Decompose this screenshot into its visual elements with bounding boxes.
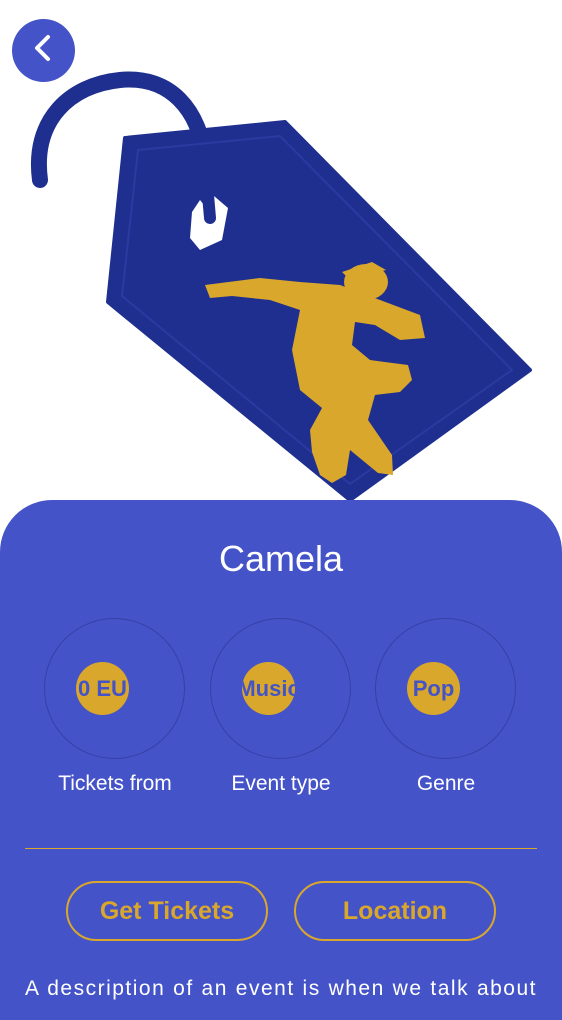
stat-value-badge: 0 EU (76, 662, 129, 715)
chevron-left-icon (29, 33, 59, 68)
stat-value-badge: Pop (407, 662, 460, 715)
location-button[interactable]: Location (294, 881, 496, 941)
stat-event-type: Music Event type (198, 618, 364, 800)
stat-genre: Pop Genre (363, 618, 529, 800)
event-hero-image (0, 0, 562, 510)
stat-label: Tickets from (58, 772, 172, 795)
stat-label: Genre (416, 772, 476, 795)
stat-value-badge: Music (242, 662, 295, 715)
section-divider (25, 848, 537, 849)
stat-ticket-price: 0 EU Tickets from (32, 618, 198, 800)
ticket-tag-illustration (30, 71, 532, 502)
stat-label: Event type (231, 772, 331, 795)
get-tickets-button[interactable]: Get Tickets (66, 881, 268, 941)
event-title: Camela (218, 538, 344, 579)
back-button[interactable] (12, 19, 75, 82)
event-details-sheet: Camela 0 EU Tickets from Music Event typ… (0, 500, 562, 1020)
